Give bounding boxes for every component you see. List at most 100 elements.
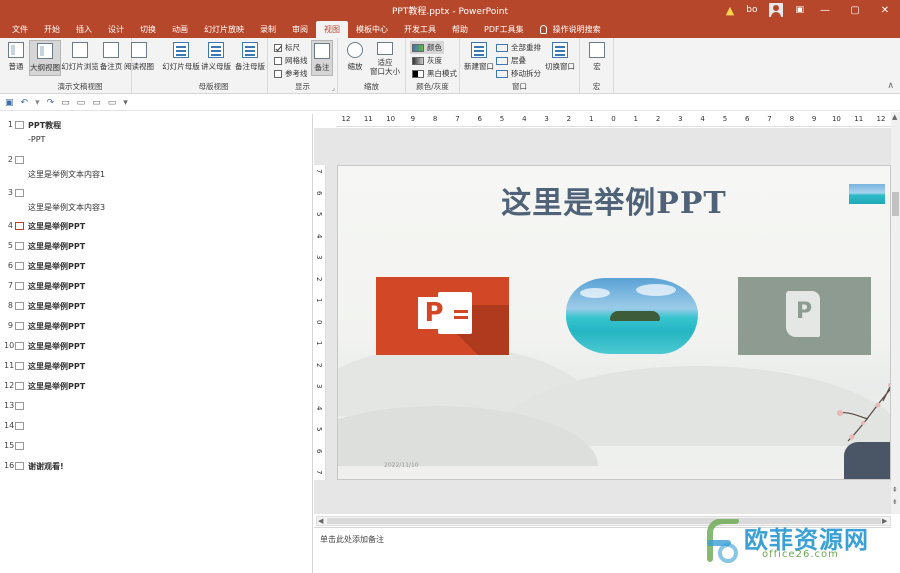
grayscale-logo-image[interactable]: P bbox=[738, 277, 871, 355]
outline-slide-13[interactable]: 13 bbox=[0, 401, 310, 415]
show-dialog-launcher-icon[interactable]: ⌟ bbox=[332, 84, 335, 92]
collapse-ribbon-icon[interactable]: ∧ bbox=[887, 81, 894, 91]
zoom-button[interactable]: 缩放 bbox=[344, 40, 366, 76]
notes-master-button[interactable]: 备注母版 bbox=[234, 40, 266, 76]
switch-windows-button[interactable]: 切换窗口 bbox=[544, 40, 576, 76]
undo-dropdown-icon[interactable]: ▾ bbox=[35, 98, 40, 108]
outline-slide-7[interactable]: 7 这里是举例PPT bbox=[0, 281, 310, 295]
tab-home[interactable]: 开始 bbox=[36, 21, 68, 38]
cascade-button[interactable]: 层叠 bbox=[496, 55, 526, 66]
present-from-start-icon[interactable]: ▭ bbox=[61, 98, 70, 108]
tab-help[interactable]: 帮助 bbox=[444, 21, 476, 38]
previous-slide-icon[interactable]: ⇞ bbox=[892, 486, 898, 494]
ruler-tick-label: 0 bbox=[611, 115, 616, 123]
scroll-left-icon[interactable]: ◀ bbox=[318, 517, 323, 525]
ruler-tick-label: 1 bbox=[315, 298, 323, 303]
outline-slide-3[interactable]: 3 bbox=[0, 188, 310, 202]
avatar[interactable] bbox=[763, 0, 789, 20]
normal-view-button[interactable]: 普通 bbox=[4, 40, 28, 76]
ruler-checkbox[interactable]: 标尺 bbox=[274, 42, 300, 53]
customize-qat-icon[interactable]: ▾ bbox=[123, 98, 128, 108]
close-button[interactable]: ✕ bbox=[870, 0, 900, 20]
landscape-thumbnail-image[interactable] bbox=[849, 184, 885, 204]
ruler-tick-label: 3 bbox=[315, 384, 323, 389]
slide-title[interactable]: 这里是举例PPT bbox=[338, 178, 890, 222]
outline-slide-10[interactable]: 10 这里是举例PPT bbox=[0, 341, 310, 355]
horizontal-ruler[interactable]: 12 11 10 9 8 7 6 5 4 3 2 1 0 1 2 3 4 5 6 7 8 9 10 11 12 bbox=[336, 115, 891, 127]
outline-bullet[interactable]: -PPT bbox=[0, 135, 310, 149]
outline-slide-9[interactable]: 9 这里是举例PPT bbox=[0, 321, 310, 335]
tab-slideshow[interactable]: 幻灯片放映 bbox=[196, 21, 252, 38]
tab-file[interactable]: 文件 bbox=[4, 21, 36, 38]
outline-slide-5[interactable]: 5 这里是举例PPT bbox=[0, 241, 310, 255]
slide-date[interactable]: 2022/11/10 bbox=[384, 462, 419, 469]
reading-view-button[interactable]: 阅读视图 bbox=[124, 40, 154, 76]
outline-slide-11[interactable]: 11 这里是举例PPT bbox=[0, 361, 310, 375]
scroll-up-icon[interactable]: ▲ bbox=[892, 113, 897, 121]
outline-text[interactable]: 这里是举例文本内容1 bbox=[0, 169, 310, 183]
arrange-all-button[interactable]: 全部重排 bbox=[496, 42, 541, 53]
restore-button[interactable]: ▢ bbox=[840, 0, 870, 20]
beach-cloud-image[interactable] bbox=[566, 278, 698, 354]
tab-transitions[interactable]: 切换 bbox=[132, 21, 164, 38]
fit-to-window-button[interactable]: 适应 窗口大小 bbox=[368, 40, 402, 76]
slide-sorter-button[interactable]: 幻灯片浏览 bbox=[61, 40, 99, 76]
gridlines-checkbox[interactable]: 网格线 bbox=[274, 55, 308, 66]
ruler-tick-label: 2 bbox=[315, 362, 323, 367]
undo-icon[interactable]: ↶ bbox=[21, 98, 29, 108]
warning-icon[interactable]: ▲ bbox=[720, 0, 740, 20]
macros-button[interactable]: 宏 bbox=[586, 40, 608, 76]
screenshot-icon[interactable]: ▭ bbox=[77, 98, 86, 108]
powerpoint-logo-image[interactable]: P bbox=[376, 277, 509, 355]
notes-placeholder[interactable]: 单击此处添加备注 bbox=[320, 534, 384, 545]
notes-page-button[interactable]: 备注页 bbox=[99, 40, 123, 76]
tab-animations[interactable]: 动画 bbox=[164, 21, 196, 38]
group-presentation-views: 普通 大纲视图 幻灯片浏览 备注页 阅读视图 演示文稿视图 bbox=[0, 38, 154, 94]
tab-view[interactable]: 视图 bbox=[316, 21, 348, 38]
outline-slide-2[interactable]: 2 bbox=[0, 155, 310, 169]
outline-slide-15[interactable]: 15 bbox=[0, 441, 310, 455]
format-icon[interactable]: ▭ bbox=[108, 98, 117, 108]
outline-text[interactable]: 这里是举例文本内容3 bbox=[0, 202, 310, 216]
minimize-button[interactable]: — bbox=[810, 0, 840, 20]
black-white-option[interactable]: 黑白模式 bbox=[412, 68, 457, 79]
slide-master-button[interactable]: 幻灯片母版 bbox=[162, 40, 200, 76]
outline-pane[interactable]: 1 PPT教程 -PPT 2 这里是举例文本内容1 3 这里是举例文本内容3 4这… bbox=[0, 114, 313, 573]
vertical-ruler[interactable]: 7 6 5 4 3 2 1 0 1 2 3 4 5 6 7 bbox=[314, 165, 326, 480]
grayscale-option[interactable]: 灰度 bbox=[412, 55, 442, 66]
save-icon[interactable]: ▣ bbox=[5, 98, 14, 108]
tab-developer[interactable]: 开发工具 bbox=[396, 21, 444, 38]
new-window-button[interactable]: 新建窗口 bbox=[464, 40, 494, 76]
next-slide-icon[interactable]: ⇟ bbox=[892, 498, 898, 506]
outline-slide-4[interactable]: 4 这里是举例PPT bbox=[0, 221, 310, 235]
notes-toggle-button[interactable]: 备注 bbox=[311, 40, 333, 76]
redo-icon[interactable]: ↷ bbox=[47, 98, 55, 108]
move-split-button[interactable]: 移动拆分 bbox=[496, 68, 541, 79]
outline-slide-1[interactable]: 1 PPT教程 bbox=[0, 120, 310, 134]
outline-slide-8[interactable]: 8 这里是举例PPT bbox=[0, 301, 310, 315]
tab-review[interactable]: 审阅 bbox=[284, 21, 316, 38]
vertical-scrollbar[interactable] bbox=[891, 112, 900, 514]
ribbon-display-icon[interactable]: ▣ bbox=[789, 0, 810, 20]
notes-page-icon bbox=[103, 42, 119, 58]
color-option[interactable]: 颜色 bbox=[410, 41, 444, 54]
slide-canvas[interactable]: 这里是举例PPT P P 2022/11/10 bbox=[337, 165, 891, 480]
tab-record[interactable]: 录制 bbox=[252, 21, 284, 38]
tab-design[interactable]: 设计 bbox=[100, 21, 132, 38]
guides-checkbox[interactable]: 参考线 bbox=[274, 68, 308, 79]
tab-pdf-tools[interactable]: PDF工具集 bbox=[476, 21, 532, 38]
handout-master-button[interactable]: 讲义母版 bbox=[200, 40, 232, 76]
outline-slide-16[interactable]: 16 谢谢观看! bbox=[0, 461, 310, 475]
outline-slide-14[interactable]: 14 bbox=[0, 421, 310, 435]
tab-insert[interactable]: 插入 bbox=[68, 21, 100, 38]
ruler-tick-label: 6 bbox=[745, 115, 750, 123]
user-name[interactable]: bo bbox=[740, 0, 763, 20]
outline-slide-12[interactable]: 12 这里是举例PPT bbox=[0, 381, 310, 395]
outline-slide-6[interactable]: 6 这里是举例PPT bbox=[0, 261, 310, 275]
scrollbar-thumb[interactable] bbox=[892, 192, 899, 216]
ruler-tick-label: 9 bbox=[811, 115, 817, 123]
tab-template-center[interactable]: 模板中心 bbox=[348, 21, 396, 38]
outline-view-button[interactable]: 大纲视图 bbox=[29, 40, 61, 76]
tell-me-search[interactable]: 操作说明搜索 bbox=[532, 21, 609, 38]
touch-mode-icon[interactable]: ▭ bbox=[92, 98, 101, 108]
